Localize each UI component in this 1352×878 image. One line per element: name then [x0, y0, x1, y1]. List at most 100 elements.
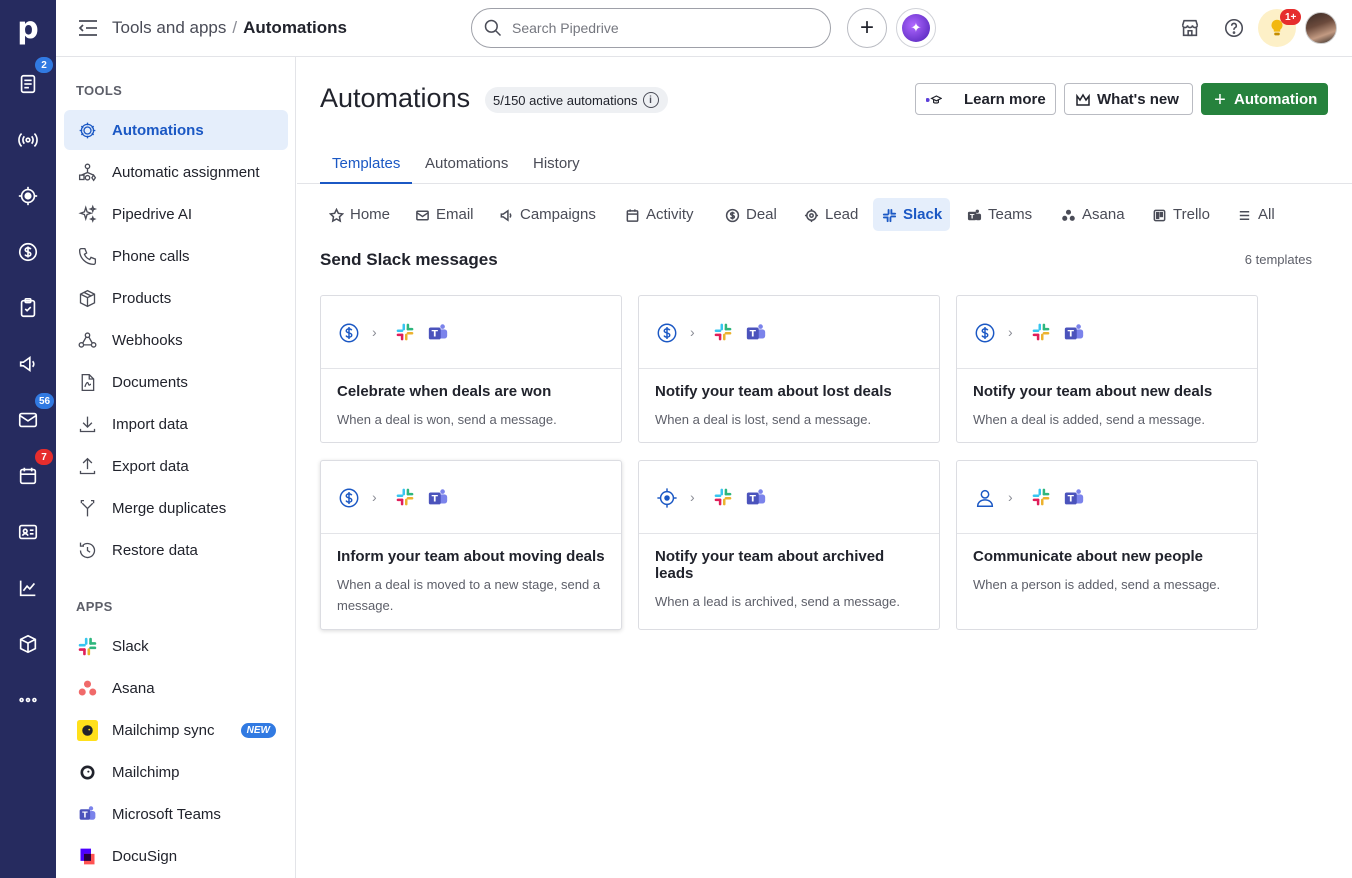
- sidebar-item-automations[interactable]: Automations: [64, 110, 288, 150]
- collapse-menu-icon[interactable]: [76, 17, 100, 39]
- leads-target-icon[interactable]: [0, 168, 56, 224]
- chip-label: Trello: [1173, 206, 1210, 223]
- card-flow: › T: [639, 296, 939, 369]
- whats-new-button[interactable]: What's new: [1064, 83, 1193, 115]
- sidebar-item-docusign[interactable]: DocuSign: [64, 836, 288, 876]
- slack-icon: [714, 488, 732, 506]
- template-card[interactable]: › T Celebrate when deals are won When a …: [320, 295, 622, 443]
- chip-asana[interactable]: Asana: [1052, 198, 1133, 231]
- export-icon: [76, 455, 98, 477]
- contacts-card-icon[interactable]: [0, 504, 56, 560]
- template-card[interactable]: › T Notify your team about new deals Whe…: [956, 295, 1258, 443]
- asana-icon: [76, 677, 98, 699]
- template-card[interactable]: › T Notify your team about lost deals Wh…: [638, 295, 940, 443]
- card-flow: › T: [957, 461, 1257, 534]
- card-description: When a person is added, send a message.: [973, 577, 1221, 592]
- sidebar-item-import-data[interactable]: Import data: [64, 404, 288, 444]
- help-icon[interactable]: [1220, 14, 1248, 42]
- template-card[interactable]: › T Inform your team about moving deals …: [320, 460, 622, 630]
- sidebar-item-label: Merge duplicates: [112, 499, 227, 517]
- sidebar-item-asana[interactable]: Asana: [64, 668, 288, 708]
- notifications-badge: 1+: [1280, 9, 1302, 25]
- user-avatar[interactable]: [1305, 12, 1337, 44]
- automations-icon: [76, 119, 98, 141]
- sidebar-item-mailchimp[interactable]: Mailchimp: [64, 752, 288, 792]
- card-description: When a lead is archived, send a message.: [655, 594, 900, 609]
- tasks-clipboard-icon[interactable]: [0, 280, 56, 336]
- learn-more-button[interactable]: Learn more: [915, 83, 1056, 115]
- sidebar-item-documents[interactable]: Documents: [64, 362, 288, 402]
- svg-text:T: T: [969, 212, 974, 220]
- sidebar-item-label: Products: [112, 289, 172, 307]
- card-title: Inform your team about moving deals: [337, 548, 605, 565]
- sidebar-item-merge-duplicates[interactable]: Merge duplicates: [64, 488, 288, 528]
- add-automation-button[interactable]: + Automation: [1201, 83, 1328, 115]
- template-category-chips: Home Email Campaigns Activity Deal Lead …: [320, 198, 1340, 232]
- tab-automations[interactable]: Automations: [413, 144, 520, 183]
- chip-label: All: [1258, 206, 1275, 223]
- chip-slack[interactable]: Slack: [873, 198, 951, 231]
- tab-history[interactable]: History: [521, 144, 592, 183]
- deals-dollar-icon[interactable]: [0, 224, 56, 280]
- chip-home[interactable]: Home: [320, 198, 398, 231]
- tab-templates[interactable]: Templates: [320, 144, 413, 184]
- breadcrumb-tools-link[interactable]: Tools and apps: [112, 18, 226, 37]
- products-box-icon[interactable]: [0, 616, 56, 672]
- docusign-icon: [76, 845, 98, 867]
- quick-add-button[interactable]: +: [847, 8, 887, 48]
- sidebar-item-mailchimp-sync[interactable]: Mailchimp sync NEW: [64, 710, 288, 750]
- megaphone-icon: [498, 207, 514, 223]
- insights-chart-icon[interactable]: [0, 560, 56, 616]
- template-card[interactable]: › T Communicate about new people When a …: [956, 460, 1258, 630]
- chip-trello[interactable]: Trello: [1143, 198, 1218, 231]
- chip-activity[interactable]: Activity: [616, 198, 702, 231]
- marketplace-store-icon[interactable]: [1176, 14, 1204, 42]
- campaigns-megaphone-icon[interactable]: [0, 336, 56, 392]
- chip-all[interactable]: All: [1228, 198, 1283, 231]
- svg-text:T: T: [432, 329, 439, 340]
- template-card[interactable]: › T Notify your team about archived lead…: [638, 460, 940, 630]
- breadcrumb: Tools and apps / Automations: [112, 18, 347, 38]
- automation-button-label: Automation: [1234, 90, 1318, 108]
- chip-email[interactable]: Email: [406, 198, 482, 231]
- card-description: When a deal is lost, send a message.: [655, 412, 872, 427]
- chip-deal[interactable]: Deal: [716, 198, 785, 231]
- sidebar-item-pipedrive-ai[interactable]: Pipedrive AI: [64, 194, 288, 234]
- more-dots-icon[interactable]: [0, 672, 56, 728]
- sidebar-item-microsoft-teams[interactable]: T Microsoft Teams: [64, 794, 288, 834]
- svg-text:T: T: [1068, 494, 1075, 505]
- sidebar-item-restore-data[interactable]: Restore data: [64, 530, 288, 570]
- sidebar-item-label: Asana: [112, 679, 155, 697]
- sidebar-item-automatic-assignment[interactable]: Automatic assignment: [64, 152, 288, 192]
- deal-icon: [338, 322, 360, 344]
- page-title: Automations: [320, 83, 471, 113]
- sidebar-item-label: Documents: [112, 373, 188, 391]
- ai-assistant-button[interactable]: ✦: [896, 8, 936, 48]
- broadcast-icon[interactable]: [0, 112, 56, 168]
- slack-icon: [76, 635, 98, 657]
- sidebar-item-label: Automations: [112, 121, 204, 139]
- pipedrive-logo[interactable]: p: [0, 0, 56, 56]
- breadcrumb-separator: /: [232, 18, 238, 37]
- slack-icon: [881, 207, 897, 223]
- sidebar-item-phone-calls[interactable]: Phone calls: [64, 236, 288, 276]
- mailchimp-icon: [76, 719, 98, 741]
- sidebar-item-label: Mailchimp: [112, 763, 180, 781]
- svg-text:T: T: [750, 329, 757, 340]
- search-input[interactable]: Search Pipedrive: [471, 8, 831, 48]
- chip-teams[interactable]: T Teams: [958, 198, 1040, 231]
- info-icon[interactable]: i: [642, 92, 659, 108]
- tools-sidebar: TOOLS Automations Automatic assignment P…: [56, 57, 296, 878]
- lead-icon: [656, 487, 678, 509]
- card-flow: › T: [639, 461, 939, 534]
- deal-icon: [974, 322, 996, 344]
- sidebar-item-label: Import data: [112, 415, 188, 433]
- sidebar-item-export-data[interactable]: Export data: [64, 446, 288, 486]
- crown-icon: [1075, 92, 1091, 108]
- sidebar-item-slack[interactable]: Slack: [64, 626, 288, 666]
- chip-campaigns[interactable]: Campaigns: [490, 198, 604, 231]
- apps-heading: APPS: [76, 599, 113, 614]
- sidebar-item-products[interactable]: Products: [64, 278, 288, 318]
- sidebar-item-webhooks[interactable]: Webhooks: [64, 320, 288, 360]
- chip-lead[interactable]: Lead: [795, 198, 866, 231]
